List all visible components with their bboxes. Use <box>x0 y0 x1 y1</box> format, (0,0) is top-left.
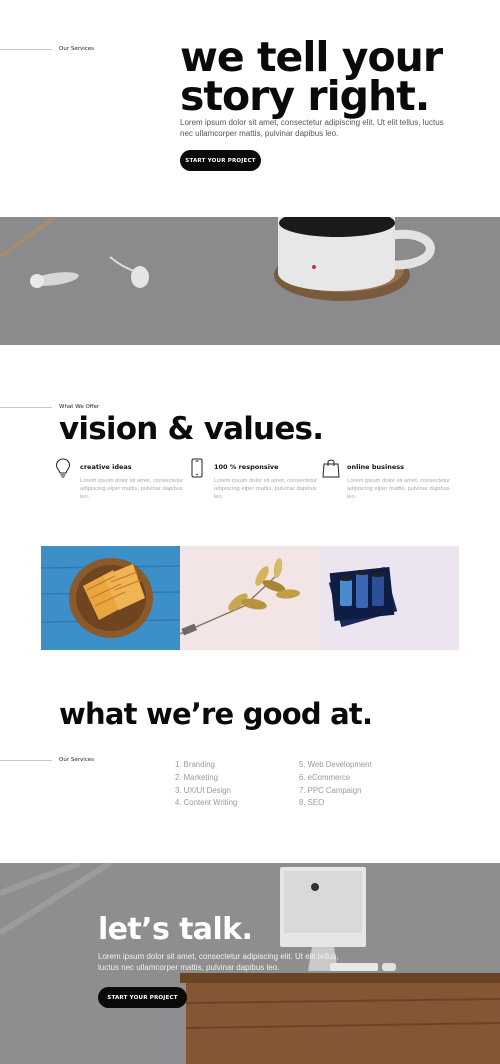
vision-tag-label: What We Offer <box>59 404 100 410</box>
tag-divider-line <box>0 759 52 761</box>
vision-section-tag: What We Offer <box>0 404 99 410</box>
shopping-bag-icon <box>322 459 340 478</box>
lightbulb-icon <box>55 458 71 478</box>
feature-description: Lorem ipsum dolor sit amet, consectetur … <box>347 478 451 500</box>
feature-title: creative ideas <box>80 463 132 471</box>
services-list-column-1: 1. Branding 2. Marketing 3. UX/UI Design… <box>175 759 237 810</box>
service-item: 3. UX/UI Design <box>175 785 231 795</box>
services-tag-label: Our Services <box>59 757 95 763</box>
image-gallery <box>41 546 459 650</box>
smartphone-icon <box>191 458 203 478</box>
tag-divider-line <box>0 48 52 50</box>
vision-title: vision & values. <box>59 411 324 447</box>
feature-title: 100 % responsive <box>214 463 279 471</box>
hero-start-project-button[interactable]: START YOUR PROJECT <box>180 150 261 171</box>
service-item: 2. Marketing <box>175 772 218 782</box>
feature-title: online business <box>347 463 404 471</box>
hero-description: Lorem ipsum dolor sit amet, consectetur … <box>180 118 444 138</box>
hero-section-tag: Our Services <box>0 46 94 52</box>
tag-divider-line <box>0 406 52 408</box>
golden-leaf-image <box>180 546 320 650</box>
feature-description: Lorem ipsum dolor sit amet, consectetur … <box>214 478 318 500</box>
golden-leaf-photo[interactable] <box>180 546 320 650</box>
hero-title-line-2: story right. <box>180 72 430 120</box>
services-title: what we’re good at. <box>59 697 373 731</box>
hero-title: we tell your story right. <box>180 37 443 117</box>
sandwich-plate-image <box>41 546 181 650</box>
coffee-earbuds-photo <box>0 217 500 345</box>
services-list-column-2: 5. Web Development 6. eCommerce 7. PPC C… <box>299 759 372 810</box>
service-item: 5. Web Development <box>299 760 372 769</box>
contact-description: Lorem ipsum dolor sit amet, consectetur … <box>98 952 339 972</box>
cosmetics-box-image <box>319 546 459 650</box>
service-item: 1. Branding <box>175 760 215 769</box>
service-item: 8. SEO <box>299 798 325 808</box>
service-item: 4. Content Writing <box>175 798 238 808</box>
hero-photo-band <box>0 217 500 345</box>
service-item: 6. eCommerce <box>299 772 351 782</box>
cosmetics-box-photo[interactable] <box>319 546 459 650</box>
contact-title: let’s talk. <box>98 912 253 947</box>
feature-description: Lorem ipsum dolor sit amet, consectetur … <box>80 478 184 500</box>
hero-tag-label: Our Services <box>59 46 95 52</box>
contact-start-project-button[interactable]: START YOUR PROJECT <box>98 987 187 1008</box>
services-section-tag: Our Services <box>0 757 94 763</box>
service-item: 7. PPC Campaign <box>299 785 362 795</box>
sandwich-plate-photo[interactable] <box>41 546 181 650</box>
